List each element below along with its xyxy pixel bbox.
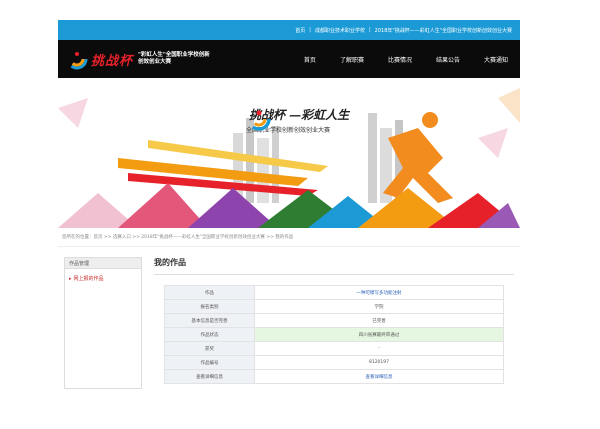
table-row: 报名类别 学院 (164, 299, 504, 314)
top-link-home[interactable]: 首页 (295, 27, 305, 34)
sidebar-panel: ▸ 网上报的作品 (64, 269, 142, 389)
page-title: 我的作品 (154, 257, 514, 275)
sidebar: 作品管理 ▸ 网上报的作品 (64, 257, 142, 389)
rainbow-swirl-icon (66, 48, 88, 70)
row-label: 作品 (164, 285, 255, 300)
row-value: - (254, 341, 504, 356)
arrow-right-icon: ▸ (69, 276, 72, 282)
view-details-link[interactable]: 查看详细信息 (254, 369, 504, 384)
table-row: 获奖 - (164, 341, 504, 356)
menu-item-home[interactable]: 首页 (304, 55, 316, 64)
top-link-school[interactable]: 成都职业技术职业学校 (315, 27, 365, 34)
status-value: 四川省赛最终审通过 (254, 327, 504, 342)
browser-page: 首页 | 成都职业技术职业学校 | 2018年"挑战杯——彩虹人生"全国职业学校… (58, 20, 520, 396)
row-value: 8120197 (254, 355, 504, 370)
banner-logo: 挑战杯 —彩虹人生 全国职业学校创新创效创业大赛 (246, 106, 349, 134)
main-nav: 挑战杯 "彩虹人生"全国职业学校创新创效创业大赛 首页 了解职赛 比赛情况 结果… (58, 40, 520, 78)
row-label: 基本信息是否完善 (164, 313, 255, 328)
hero-banner: 挑战杯 —彩虹人生 全国职业学校创新创效创业大赛 (58, 78, 520, 228)
menu-item-results[interactable]: 结果公告 (436, 55, 460, 64)
top-link-bar: 首页 | 成都职业技术职业学校 | 2018年"挑战杯——彩虹人生"全国职业学校… (58, 20, 520, 40)
site-logo[interactable]: 挑战杯 "彩虹人生"全国职业学校创新创效创业大赛 (58, 48, 212, 70)
row-value: 已完善 (254, 313, 504, 328)
work-info-table: 作品 一种可擦写多功能注射 报名类别 学院 基本信息是否完善 已完善 作品状态 … (164, 285, 504, 384)
table-row: 基本信息是否完善 已完善 (164, 313, 504, 328)
menu: 首页 了解职赛 比赛情况 结果公告 大赛通知 (292, 40, 520, 78)
row-label: 作品状态 (164, 327, 255, 342)
breadcrumb: 您所在的位置：首页 >> 选赛入口 >> 2018年"挑战杯——彩虹人生"全国职… (58, 228, 520, 247)
row-label: 作品编号 (164, 355, 255, 370)
rainbow-swirl-icon (247, 107, 271, 131)
top-link-contest[interactable]: 2018年"挑战杯——彩虹人生"全国职业学校创新创效创业大赛 (375, 27, 512, 34)
row-label: 获奖 (164, 341, 255, 356)
banner-art (58, 88, 520, 228)
table-row: 查看详细信息 查看详细信息 (164, 369, 504, 384)
menu-item-status[interactable]: 比赛情况 (388, 55, 412, 64)
sidebar-item-my-works[interactable]: 网上报的作品 (74, 276, 104, 282)
table-row: 作品 一种可擦写多功能注射 (164, 285, 504, 300)
main-panel: 我的作品 作品 一种可擦写多功能注射 报名类别 学院 基本信息是否完善 已完善 … (142, 257, 516, 389)
logo-text: 挑战杯 (91, 53, 134, 69)
sidebar-header: 作品管理 (64, 257, 142, 269)
menu-item-notices[interactable]: 大赛通知 (484, 55, 508, 64)
work-title-link[interactable]: 一种可擦写多功能注射 (254, 285, 504, 300)
logo-subtitle: "彩虹人生"全国职业学校创新创效创业大赛 (138, 52, 210, 65)
row-value: 学院 (254, 299, 504, 314)
content-area: 作品管理 ▸ 网上报的作品 我的作品 作品 一种可擦写多功能注射 报名类别 学院 … (58, 247, 520, 389)
table-row: 作品编号 8120197 (164, 355, 504, 370)
row-label: 查看详细信息 (164, 369, 255, 384)
table-row: 作品状态 四川省赛最终审通过 (164, 327, 504, 342)
menu-item-about[interactable]: 了解职赛 (340, 55, 364, 64)
row-label: 报名类别 (164, 299, 255, 314)
